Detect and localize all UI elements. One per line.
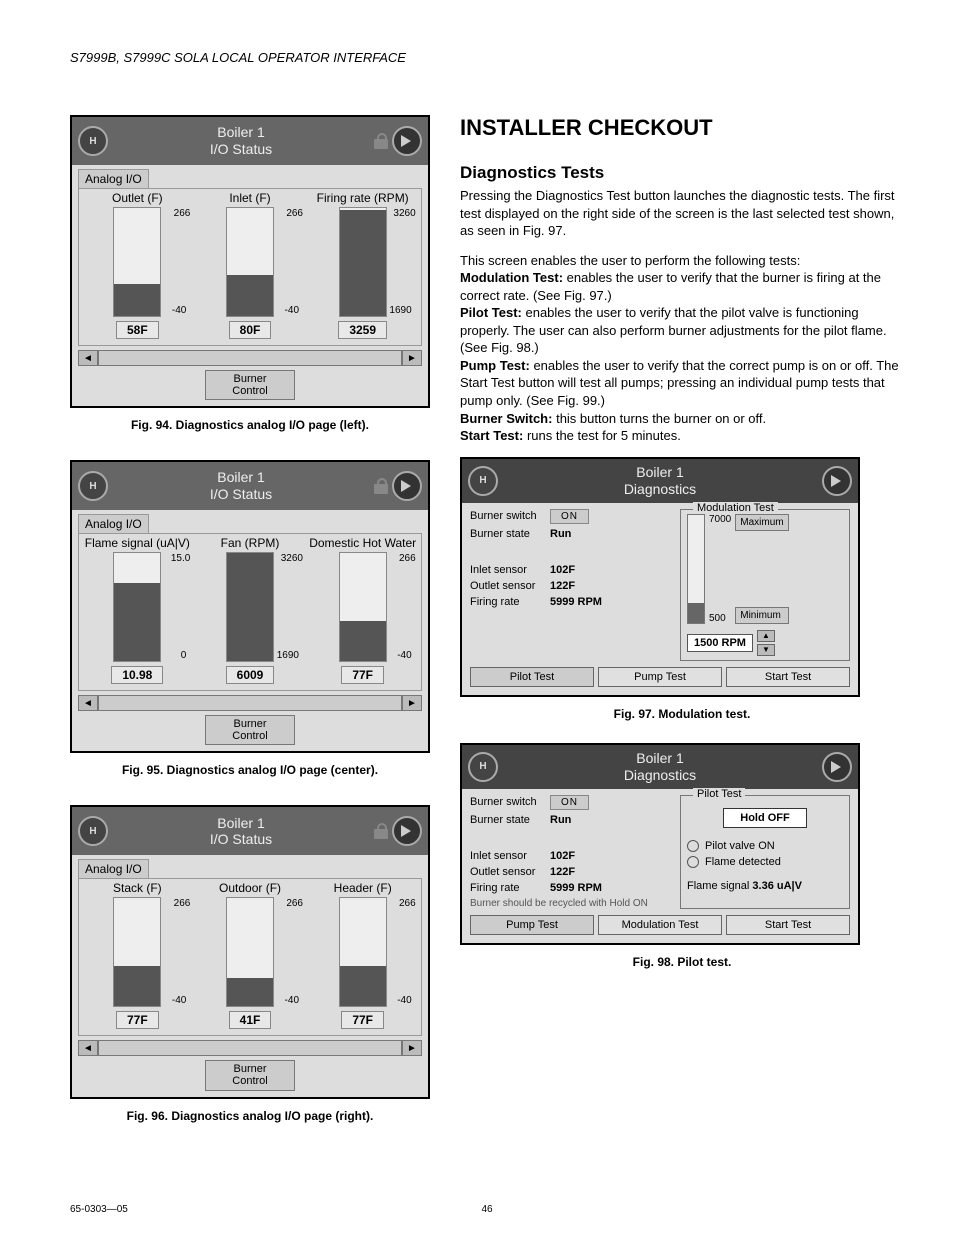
gauge-label: Fan (RPM) [194, 536, 307, 550]
gauge-value: 6009 [226, 666, 275, 684]
maximum-button[interactable]: Maximum [735, 514, 788, 531]
fig95-caption: Fig. 95. Diagnostics analog I/O page (ce… [70, 763, 430, 777]
gauge-value: 77F [341, 666, 384, 684]
back-icon[interactable] [392, 471, 422, 501]
scroll-track[interactable] [98, 1040, 402, 1056]
fig98-caption: Fig. 98. Pilot test. [460, 955, 904, 969]
honeywell-icon[interactable]: H [78, 126, 108, 156]
footer-page-number: 46 [481, 1204, 492, 1215]
fig94-caption: Fig. 94. Diagnostics analog I/O page (le… [70, 418, 430, 432]
paragraph-2: This screen enables the user to perform … [460, 252, 904, 445]
fig95-screenshot: H Boiler 1 I/O Status Analog I/O Flame s… [70, 460, 430, 753]
gauge-bar: 266 -40 [113, 897, 161, 1007]
rpm-up-icon[interactable]: ▲ [757, 630, 775, 642]
gauge-value: 3259 [338, 321, 387, 339]
honeywell-icon[interactable]: H [468, 466, 498, 496]
pilot-test-button[interactable]: Pilot Test [470, 667, 594, 687]
gauge-value: 77F [341, 1011, 384, 1029]
recycle-note: Burner should be recycled with Hold ON [470, 898, 674, 909]
footer-left: 65-0303—05 [70, 1204, 128, 1215]
honeywell-icon[interactable]: H [78, 816, 108, 846]
gauge-value: 41F [229, 1011, 272, 1029]
page-header: S7999B, S7999C SOLA LOCAL OPERATOR INTER… [70, 50, 904, 65]
scroll-left-icon[interactable]: ◄ [78, 1040, 98, 1056]
gauge-label: Header (F) [306, 881, 419, 895]
fig97-caption: Fig. 97. Modulation test. [460, 707, 904, 721]
start-test-button[interactable]: Start Test [726, 915, 850, 935]
gauge-label: Stack (F) [81, 881, 194, 895]
gauge-bar: 266 -40 [339, 897, 387, 1007]
hold-off-button[interactable]: Hold OFF [723, 808, 807, 828]
fig94-title-l1: Boiler 1 [108, 124, 374, 141]
gauge-value: 58F [116, 321, 159, 339]
radio-icon[interactable] [687, 856, 699, 868]
gauge-value: 80F [229, 321, 272, 339]
back-icon[interactable] [392, 816, 422, 846]
scroll-left-icon[interactable]: ◄ [78, 695, 98, 711]
lock-icon [374, 133, 388, 149]
minimum-button[interactable]: Minimum [735, 607, 788, 624]
modulation-gauge [687, 514, 705, 624]
subsection-heading: Diagnostics Tests [460, 163, 904, 183]
gauge-label: Firing rate (RPM) [306, 191, 419, 205]
back-icon[interactable] [822, 466, 852, 496]
gauge-bar: 266 -40 [226, 897, 274, 1007]
modulation-test-panel-title: Modulation Test [693, 502, 778, 514]
gauge-label: Outdoor (F) [194, 881, 307, 895]
pilot-test-panel-title: Pilot Test [693, 788, 745, 800]
honeywell-icon[interactable]: H [78, 471, 108, 501]
fig97-screenshot: H Boiler 1 Diagnostics Burner switch ON … [460, 457, 860, 697]
scroll-left-icon[interactable]: ◄ [78, 350, 98, 366]
burner-control-button[interactable]: Burner Control [205, 1060, 295, 1090]
burner-control-button[interactable]: Burner Control [205, 715, 295, 745]
fig96-caption: Fig. 96. Diagnostics analog I/O page (ri… [70, 1109, 430, 1123]
gauge-bar: 15.0 0 [113, 552, 161, 662]
fig94-screenshot: H Boiler 1 I/O Status Analog I/O Outlet … [70, 115, 430, 408]
back-icon[interactable] [822, 752, 852, 782]
gauge-bar: 266 -40 [226, 207, 274, 317]
pump-test-button[interactable]: Pump Test [598, 667, 722, 687]
scroll-track[interactable] [98, 350, 402, 366]
start-test-button[interactable]: Start Test [726, 667, 850, 687]
rpm-down-icon[interactable]: ▼ [757, 644, 775, 656]
gauge-bar: 3260 1690 [339, 207, 387, 317]
gauge-label: Outlet (F) [81, 191, 194, 205]
honeywell-icon[interactable]: H [468, 752, 498, 782]
gauge-label: Flame signal (uA|V) [81, 536, 194, 550]
scroll-right-icon[interactable]: ► [402, 350, 422, 366]
analog-io-tab[interactable]: Analog I/O [78, 859, 149, 878]
burner-control-button[interactable]: Burner Control [205, 370, 295, 400]
gauge-bar: 266 -40 [113, 207, 161, 317]
fig98-screenshot: H Boiler 1 Diagnostics Burner switch ON … [460, 743, 860, 945]
analog-io-tab[interactable]: Analog I/O [78, 514, 149, 533]
modulation-test-button[interactable]: Modulation Test [598, 915, 722, 935]
gauge-label: Domestic Hot Water [306, 536, 419, 550]
lock-icon [374, 823, 388, 839]
scroll-right-icon[interactable]: ► [402, 695, 422, 711]
gauge-bar: 266 -40 [339, 552, 387, 662]
gauge-label: Inlet (F) [194, 191, 307, 205]
scroll-right-icon[interactable]: ► [402, 1040, 422, 1056]
analog-io-tab[interactable]: Analog I/O [78, 169, 149, 188]
burner-switch-button[interactable]: ON [550, 795, 589, 810]
gauge-value: 77F [116, 1011, 159, 1029]
pump-test-button[interactable]: Pump Test [470, 915, 594, 935]
fig96-screenshot: H Boiler 1 I/O Status Analog I/O Stack (… [70, 805, 430, 1098]
gauge-value: 10.98 [111, 666, 163, 684]
burner-switch-button[interactable]: ON [550, 509, 589, 524]
scroll-track[interactable] [98, 695, 402, 711]
back-icon[interactable] [392, 126, 422, 156]
gauge-bar: 3260 1690 [226, 552, 274, 662]
radio-icon[interactable] [687, 840, 699, 852]
paragraph-1: Pressing the Diagnostics Test button lau… [460, 187, 904, 240]
rpm-value: 1500 RPM [687, 634, 753, 652]
fig94-title-l2: I/O Status [108, 141, 374, 158]
lock-icon [374, 478, 388, 494]
section-heading: INSTALLER CHECKOUT [460, 115, 904, 141]
